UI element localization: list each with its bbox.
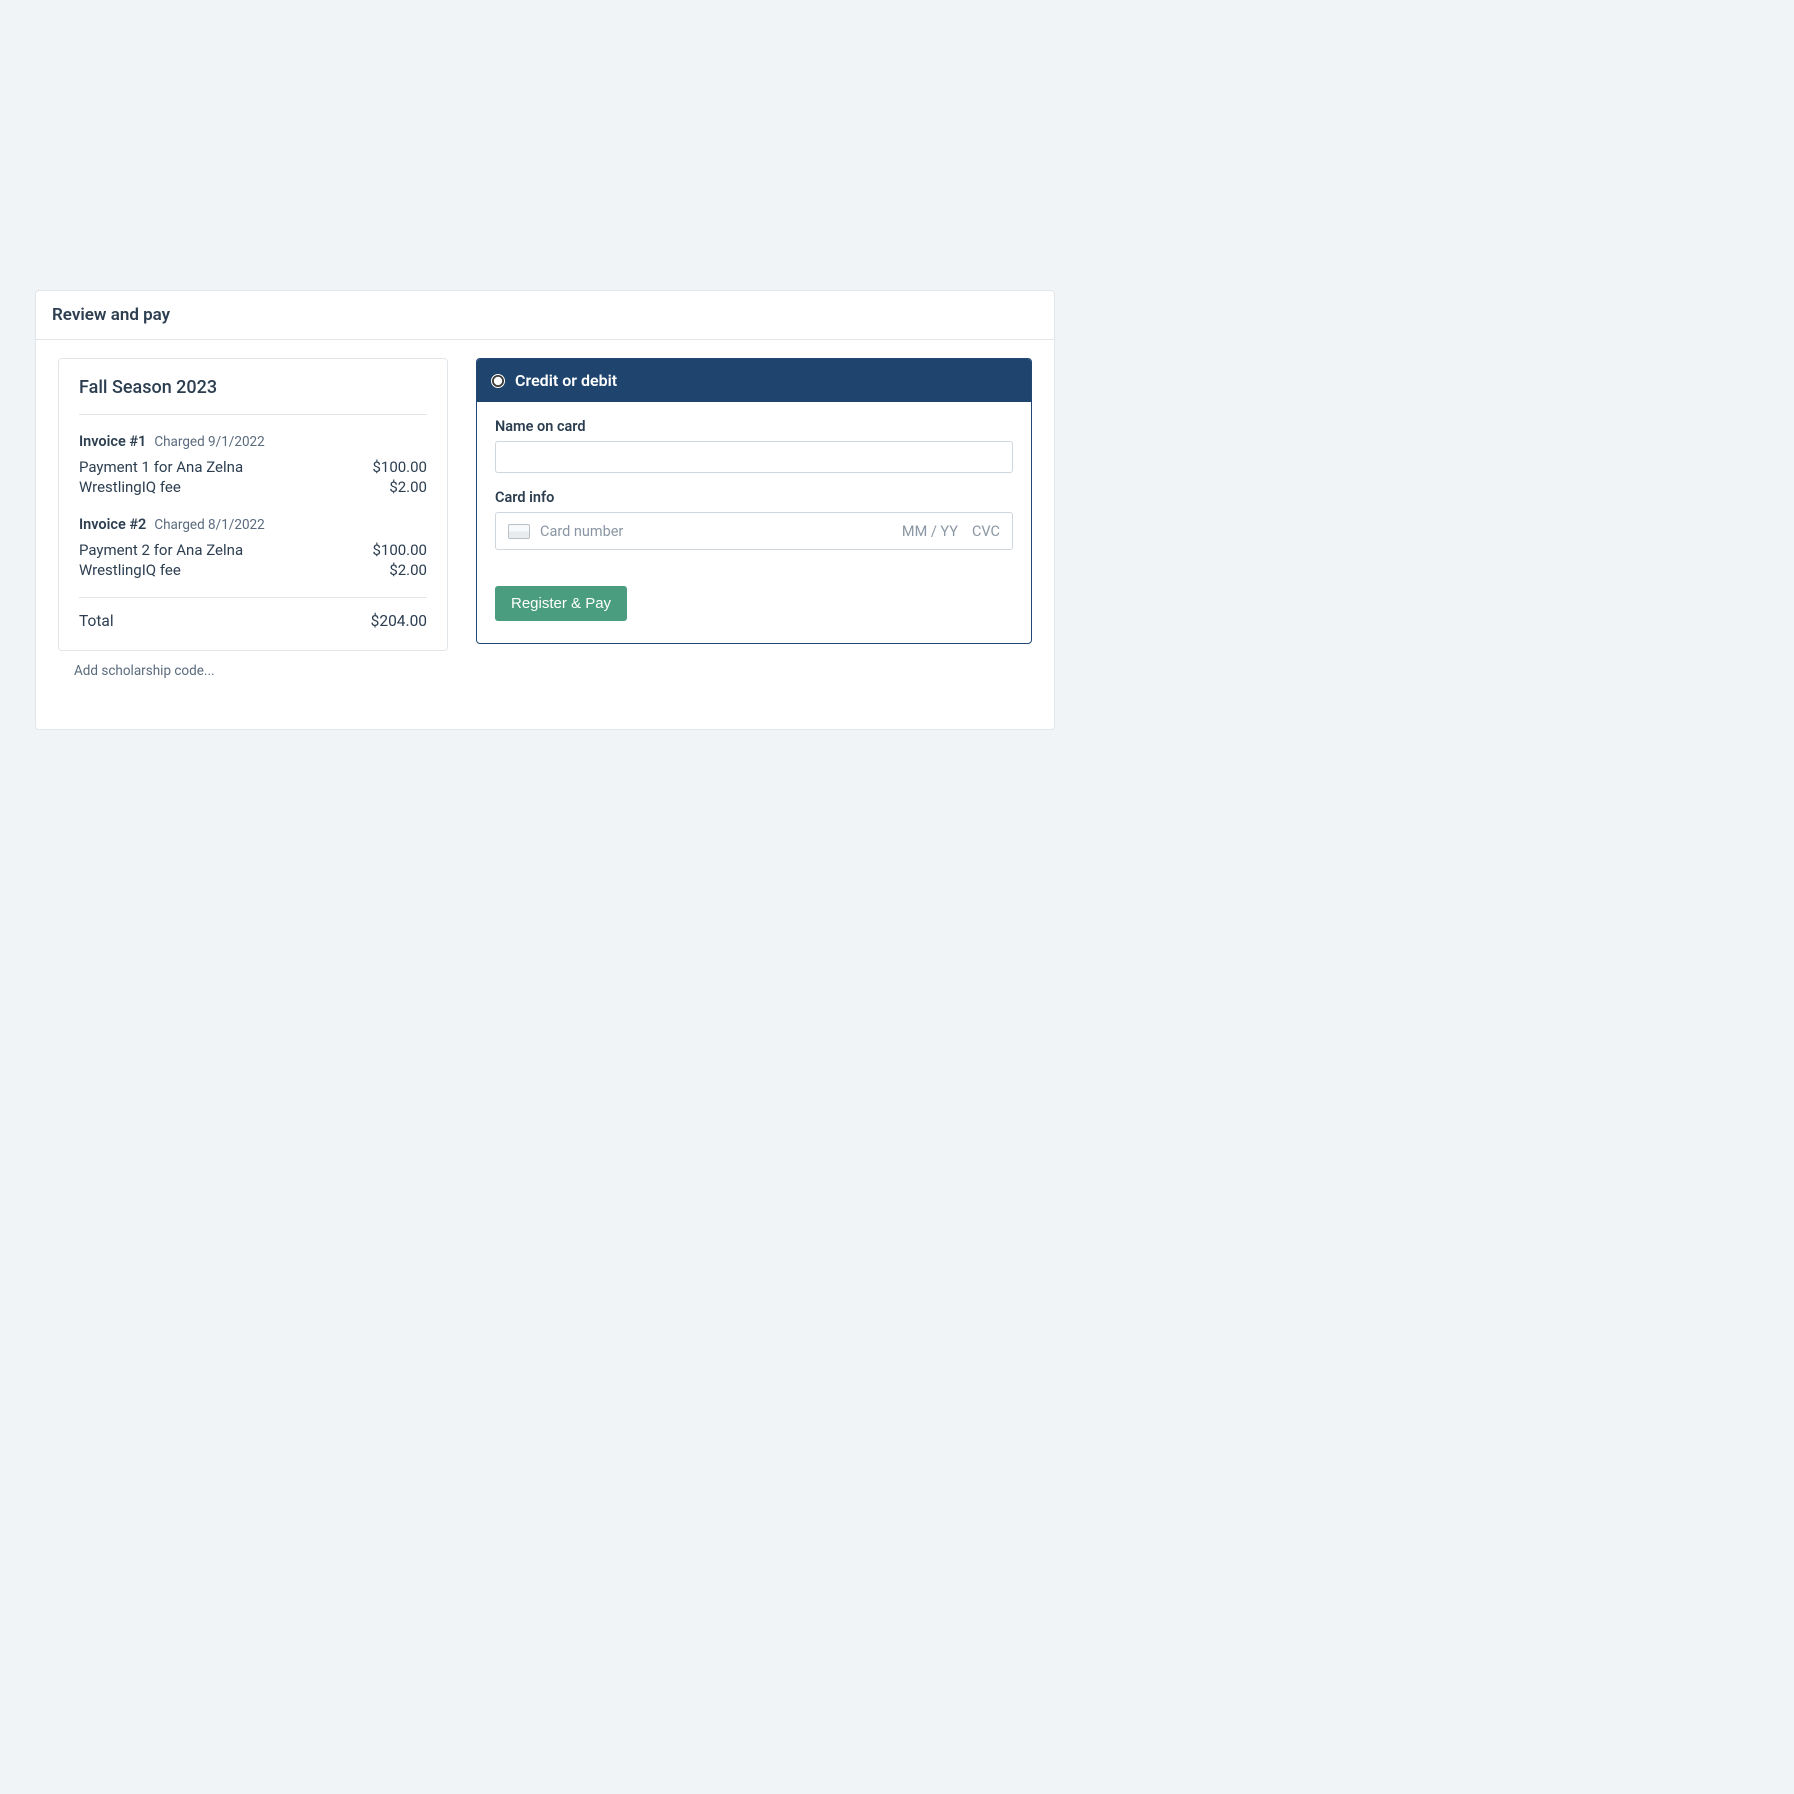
invoice-charged-date: Charged 8/1/2022: [154, 517, 264, 533]
register-pay-button[interactable]: Register & Pay: [495, 586, 627, 621]
season-title: Fall Season 2023: [79, 377, 427, 415]
payment-method-header[interactable]: Credit or debit: [477, 359, 1031, 402]
checkout-card: Review and pay Fall Season 2023 Invoice …: [35, 290, 1055, 730]
card-info-label: Card info: [495, 489, 1013, 506]
invoice-block: Invoice #1 Charged 9/1/2022 Payment 1 fo…: [79, 415, 427, 496]
summary-panel: Fall Season 2023 Invoice #1 Charged 9/1/…: [58, 358, 448, 651]
line-item-label: WrestlingIQ fee: [79, 561, 181, 579]
card-body: Fall Season 2023 Invoice #1 Charged 9/1/…: [36, 340, 1054, 729]
line-item-label: Payment 1 for Ana Zelna: [79, 458, 243, 476]
card-info-input[interactable]: Card number MM / YY CVC: [495, 512, 1013, 550]
invoice-header: Invoice #1 Charged 9/1/2022: [79, 433, 427, 450]
line-item: Payment 1 for Ana Zelna $100.00: [79, 458, 427, 476]
payment-body: Name on card Card info Card number MM / …: [477, 402, 1031, 643]
divider: [79, 597, 427, 598]
name-on-card-input[interactable]: [495, 441, 1013, 473]
line-item-amount: $2.00: [389, 478, 427, 496]
line-item-label: WrestlingIQ fee: [79, 478, 181, 496]
line-item: WrestlingIQ fee $2.00: [79, 561, 427, 579]
invoice-header: Invoice #2 Charged 8/1/2022: [79, 516, 427, 533]
invoice-title: Invoice #2: [79, 516, 146, 533]
line-item-amount: $100.00: [372, 458, 427, 476]
line-item: WrestlingIQ fee $2.00: [79, 478, 427, 496]
payment-panel: Credit or debit Name on card Card info C…: [476, 358, 1032, 644]
card-exp-placeholder: MM / YY: [902, 523, 958, 540]
credit-debit-radio[interactable]: [491, 374, 505, 388]
card-cvc-placeholder: CVC: [972, 523, 1000, 540]
invoice-charged-date: Charged 9/1/2022: [154, 434, 264, 450]
line-item-amount: $100.00: [372, 541, 427, 559]
card-icon: [508, 524, 530, 539]
total-label: Total: [79, 612, 114, 630]
line-item-amount: $2.00: [389, 561, 427, 579]
line-item: Payment 2 for Ana Zelna $100.00: [79, 541, 427, 559]
invoice-block: Invoice #2 Charged 8/1/2022 Payment 2 fo…: [79, 498, 427, 579]
total-amount: $204.00: [371, 612, 427, 630]
invoice-title: Invoice #1: [79, 433, 146, 450]
add-scholarship-link[interactable]: Add scholarship code...: [74, 663, 215, 679]
line-item-label: Payment 2 for Ana Zelna: [79, 541, 243, 559]
page-title: Review and pay: [52, 305, 1038, 325]
summary-column: Fall Season 2023 Invoice #1 Charged 9/1/…: [58, 358, 448, 679]
name-on-card-label: Name on card: [495, 418, 1013, 435]
total-row: Total $204.00: [79, 612, 427, 630]
payment-method-label: Credit or debit: [515, 371, 617, 390]
card-number-placeholder: Card number: [540, 523, 892, 540]
card-header: Review and pay: [36, 291, 1054, 340]
